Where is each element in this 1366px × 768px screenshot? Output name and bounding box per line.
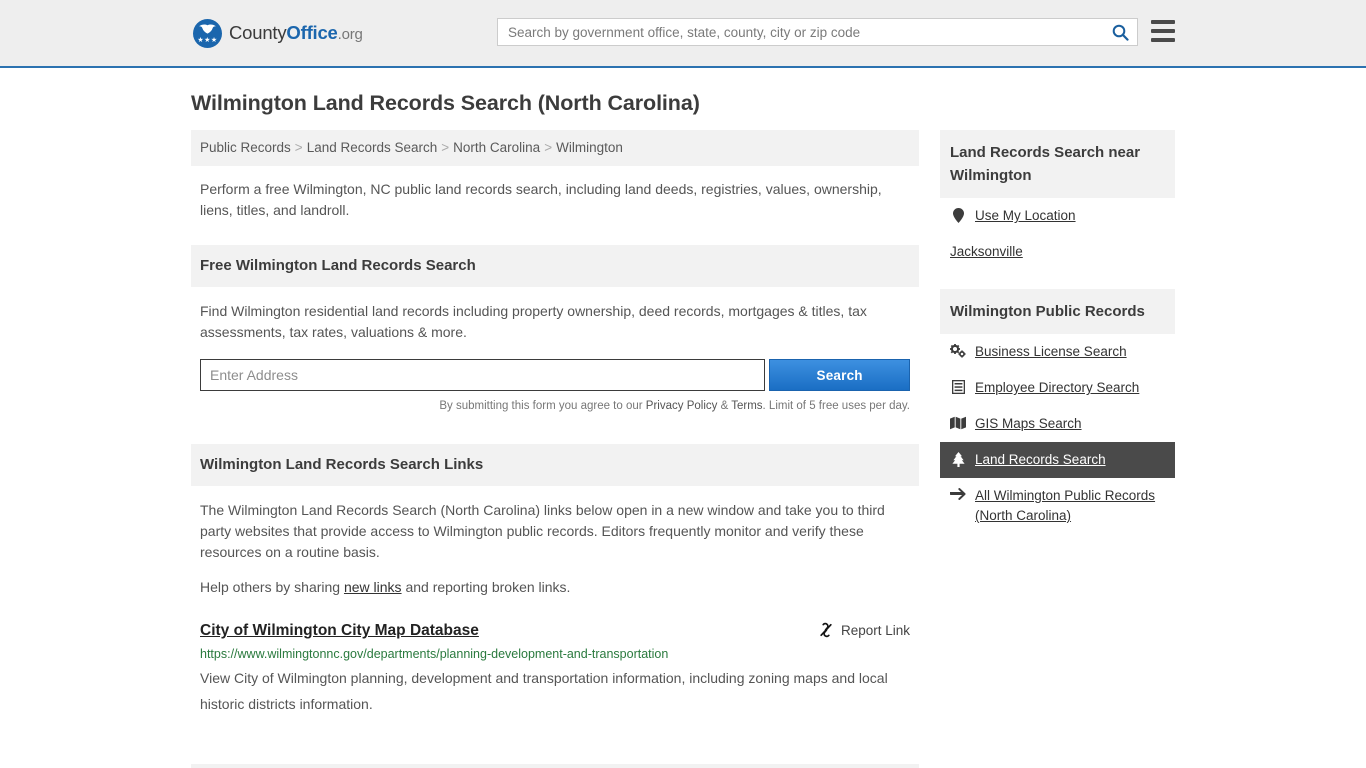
sidebar-near-label-1[interactable]: Jacksonville <box>950 242 1023 262</box>
search-links-section: Wilmington Land Records Search Links The… <box>191 444 919 717</box>
help-share-paragraph: Help others by sharing new links and rep… <box>200 577 910 598</box>
sidebar-near-heading: Land Records Search near Wilmington <box>940 130 1175 198</box>
address-input[interactable] <box>200 359 766 391</box>
search-icon <box>1112 24 1129 41</box>
report-link-button[interactable]: Report Link <box>818 620 910 638</box>
sidebar-label-gis-maps-search[interactable]: GIS Maps Search <box>975 414 1082 434</box>
logo-word-county: County <box>229 22 287 43</box>
global-search-input[interactable] <box>498 19 1103 45</box>
link-result-title[interactable]: City of Wilmington City Map Database <box>200 620 479 641</box>
logo-word-org: .org <box>337 26 363 43</box>
map-icon <box>950 414 966 430</box>
logo-word-office: Office <box>286 22 338 43</box>
page-intro-text: Perform a free Wilmington, NC public lan… <box>200 181 882 218</box>
breadcrumb-separator-1: > <box>294 140 303 155</box>
sidebar-near-label-0[interactable]: Use My Location <box>975 206 1076 226</box>
main-column: Public Records > Land Records Search > North… <box>191 130 919 768</box>
find-records-section: Find Wilmington Land Records Wilmington … <box>191 764 919 768</box>
site-header: ★★★ CountyOffice.org <box>0 0 1366 68</box>
eagle-wings-icon <box>199 23 216 34</box>
sidebar-near-list: Use My Location Jacksonville <box>940 198 1175 270</box>
sidebar-label-all-public-records[interactable]: All Wilmington Public Records (North Car… <box>975 486 1165 526</box>
sidebar-item-gis-maps-search[interactable]: GIS Maps Search <box>940 406 1175 442</box>
global-search-bar[interactable] <box>497 18 1138 46</box>
search-links-heading: Wilmington Land Records Search Links <box>191 444 919 486</box>
breadcrumb: Public Records > Land Records Search > North… <box>191 130 919 166</box>
breadcrumb-separator-3: > <box>544 140 553 155</box>
tree-icon <box>950 450 966 467</box>
hamburger-bar-2 <box>1151 29 1175 33</box>
help-prefix: Help others by sharing <box>200 579 344 595</box>
sidebar-label-employee-directory-search[interactable]: Employee Directory Search <box>975 378 1139 398</box>
logo-stars: ★★★ <box>197 36 218 44</box>
address-search-button[interactable]: Search <box>769 359 910 391</box>
search-links-paragraph: The Wilmington Land Records Search (Nort… <box>200 502 885 560</box>
link-result-header: City of Wilmington City Map Database Rep… <box>200 620 910 641</box>
address-search-form: Search <box>191 359 919 391</box>
hamburger-bar-1 <box>1151 20 1175 24</box>
sidebar: Land Records Search near Wilmington Use … <box>940 130 1175 534</box>
breadcrumb-item-wilmington[interactable]: Wilmington <box>556 140 623 155</box>
hamburger-menu-icon[interactable] <box>1151 20 1175 42</box>
disclaimer-prefix: By submitting this form you agree to our <box>439 400 646 412</box>
search-submit-button[interactable] <box>1103 19 1137 45</box>
section-spacer-2 <box>191 717 919 764</box>
breadcrumb-separator-2: > <box>441 140 450 155</box>
disclaimer-amp: & <box>717 400 732 412</box>
sidebar-item-employee-directory-search[interactable]: Employee Directory Search <box>940 370 1175 406</box>
breadcrumb-item-land-records-search[interactable]: Land Records Search <box>307 140 438 155</box>
free-search-description: Find Wilmington residential land records… <box>200 303 867 340</box>
sidebar-item-land-records-search[interactable]: Land Records Search <box>940 442 1175 478</box>
sidebar-item-business-license-search[interactable]: Business License Search <box>940 334 1175 370</box>
sidebar-item-all-public-records[interactable]: All Wilmington Public Records (North Car… <box>940 478 1175 534</box>
breadcrumb-item-north-carolina[interactable]: North Carolina <box>453 140 540 155</box>
sidebar-public-records-list: Business License Search Employee Directo… <box>940 334 1175 534</box>
find-records-heading: Find Wilmington Land Records <box>191 764 919 768</box>
logo-wordmark: CountyOffice.org <box>229 22 363 44</box>
page-title: Wilmington Land Records Search (North Ca… <box>191 91 700 115</box>
link-result-description: View City of Wilmington planning, develo… <box>200 670 888 712</box>
content-container: Wilmington Land Records Search (North Ca… <box>191 90 1175 768</box>
free-search-body: Find Wilmington residential land records… <box>191 287 919 343</box>
disclaimer-suffix: . Limit of 5 free uses per day. <box>762 400 910 412</box>
help-suffix: and reporting broken links. <box>401 579 571 595</box>
link-result-item: City of Wilmington City Map Database Rep… <box>191 620 919 717</box>
cogs-icon <box>950 342 966 358</box>
sidebar-label-business-license-search[interactable]: Business License Search <box>975 342 1127 362</box>
privacy-policy-link[interactable]: Privacy Policy <box>646 400 718 412</box>
hamburger-bar-3 <box>1151 38 1175 42</box>
page-body: Wilmington Land Records Search (North Ca… <box>0 90 1366 768</box>
new-links-link[interactable]: new links <box>344 579 402 595</box>
sidebar-item-use-my-location[interactable]: Use My Location <box>940 198 1175 234</box>
free-search-section: Free Wilmington Land Records Search Find… <box>191 245 919 414</box>
terms-link[interactable]: Terms <box>731 400 762 412</box>
two-column-layout: Public Records > Land Records Search > North… <box>191 130 1175 768</box>
breadcrumb-item-public-records[interactable]: Public Records <box>200 140 291 155</box>
free-search-heading: Free Wilmington Land Records Search <box>191 245 919 287</box>
site-logo[interactable]: ★★★ CountyOffice.org <box>193 18 363 48</box>
countyoffice-logo-icon: ★★★ <box>193 18 222 48</box>
link-result-url: https://www.wilmingtonnc.gov/departments… <box>200 647 669 661</box>
report-link-label: Report Link <box>840 622 910 638</box>
search-links-body: The Wilmington Land Records Search (Nort… <box>191 486 919 598</box>
sidebar-label-land-records-search[interactable]: Land Records Search <box>975 450 1106 470</box>
unlink-icon <box>820 622 832 638</box>
list-alt-icon <box>950 378 966 394</box>
map-pin-icon <box>950 206 966 223</box>
form-disclaimer: By submitting this form you agree to our… <box>191 391 919 414</box>
arrow-right-icon <box>950 486 966 500</box>
sidebar-item-jacksonville[interactable]: Jacksonville <box>940 234 1175 270</box>
sidebar-public-records-heading: Wilmington Public Records <box>940 289 1175 334</box>
section-spacer-1 <box>191 414 919 444</box>
